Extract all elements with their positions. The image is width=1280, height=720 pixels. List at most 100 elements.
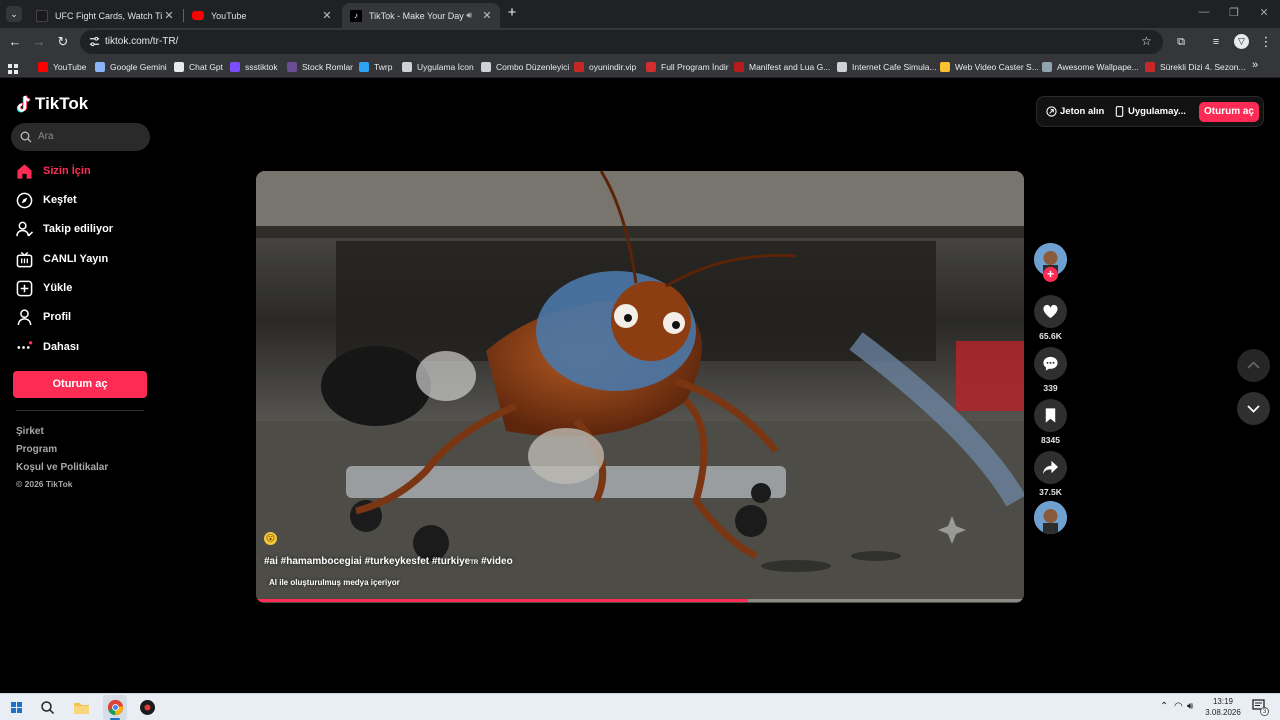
bookmark-label: Full Program İndir (661, 62, 729, 72)
tab-ufc[interactable]: UFC Fight Cards, Watch Times, L ✕ (28, 3, 182, 28)
comment-button[interactable] (1034, 347, 1067, 380)
windows-start-icon[interactable] (7, 698, 26, 717)
tray-overflow-icon[interactable]: ⌃ (1160, 701, 1168, 712)
ufc-favicon-icon (36, 9, 48, 22)
next-video-button[interactable] (1237, 392, 1270, 425)
video-progress-bar[interactable] (256, 599, 1024, 602)
bookmark-item[interactable]: YouTube (38, 60, 86, 74)
music-disc-avatar[interactable] (1034, 501, 1067, 534)
bookmark-item[interactable]: Stock Romlar (287, 60, 353, 74)
video-player[interactable]: 😮 #ai #hamambocegiai #turkeykesfet #turk… (256, 171, 1024, 603)
tab-tiktok[interactable]: ♪ TikTok - Make Your Day 🔊︎ ✕ (342, 3, 500, 28)
bookmarks-bar: YouTube Google Gemini Chat Gpt ssstiktok Sto… (0, 55, 1280, 78)
youtube-favicon-icon (192, 11, 204, 20)
browser-tab-strip: ⌄ UFC Fight Cards, Watch Times, L ✕ YouT… (0, 0, 1280, 28)
nav-item-more[interactable]: Dahası (16, 337, 79, 357)
bookmark-label: oyunindir.vip (589, 62, 637, 72)
caption-hashtag-video[interactable]: #video (478, 556, 513, 567)
home-icon (17, 163, 32, 179)
taskbar-clock[interactable]: 13:19 3.08.2026 (1199, 696, 1247, 718)
nav-item-following[interactable]: Takip ediliyor (16, 219, 113, 239)
caption-hashtags[interactable]: #ai #hamambocegiai #turkeykesfet #turkiy… (264, 556, 470, 567)
sidebar-login-button[interactable]: Oturum aç (13, 371, 147, 398)
bookmark-item[interactable]: ssstiktok (230, 60, 278, 74)
forward-button[interactable]: → (30, 33, 48, 51)
tab-youtube[interactable]: YouTube ✕ (184, 3, 340, 28)
taskbar-search-icon[interactable] (38, 698, 57, 717)
back-button[interactable]: ← (6, 33, 24, 51)
profile-avatar-icon[interactable]: ▽ (1234, 34, 1249, 49)
footer-link-company[interactable]: Şirket (16, 426, 44, 437)
video-progress-fill (256, 599, 748, 602)
new-tab-button[interactable]: + (504, 5, 520, 21)
close-tab-icon[interactable]: ✕ (320, 9, 334, 22)
tab-search-button[interactable]: ⌄ (6, 6, 22, 22)
bookmark-item[interactable]: Internet Cafe Simula... (837, 60, 937, 74)
chevron-down-icon (1247, 405, 1260, 413)
previous-video-button[interactable] (1237, 349, 1270, 382)
file-explorer-icon[interactable] (72, 698, 91, 717)
bookmark-favicon-icon (1145, 62, 1155, 72)
extensions-icon[interactable]: ⧉ (1172, 33, 1190, 51)
reload-button[interactable]: ↻ (54, 33, 72, 51)
bookmark-item[interactable]: Sürekli Dizi 4. Sezon... (1145, 60, 1246, 74)
get-app-button[interactable]: Uygulamay... (1115, 106, 1186, 117)
search-input[interactable]: Ara (11, 123, 150, 151)
bookmark-favicon-icon (95, 62, 105, 72)
comment-icon (1043, 356, 1058, 371)
bookmark-item[interactable]: Web Video Caster S... (940, 60, 1039, 74)
footer-link-program[interactable]: Program (16, 444, 57, 455)
restore-button[interactable]: ❐ (1219, 6, 1249, 22)
chrome-taskbar-icon[interactable] (103, 695, 127, 720)
bookmark-item[interactable]: oyunindir.vip (574, 60, 636, 74)
like-button[interactable] (1034, 295, 1067, 328)
bookmark-label: Uygulama İcon (417, 62, 474, 72)
get-coins-button[interactable]: Jeton alın (1046, 106, 1104, 117)
bookmark-label: Stock Romlar (302, 62, 354, 72)
site-info-icon[interactable] (89, 36, 100, 47)
close-window-button[interactable]: ✕ (1249, 6, 1279, 22)
nav-item-explore[interactable]: Keşfet (16, 190, 77, 210)
bookmark-item[interactable]: Chat Gpt (174, 60, 223, 74)
speaker-icon[interactable]: 🔊︎ (466, 10, 472, 21)
minimize-button[interactable]: — (1189, 6, 1219, 22)
nav-item-upload[interactable]: Yükle (16, 278, 72, 298)
bookmark-item[interactable]: Combo Düzenleyici (481, 60, 569, 74)
close-tab-icon[interactable]: ✕ (162, 9, 176, 22)
nav-label: CANLI Yayın (43, 253, 109, 265)
bookmark-label: Chat Gpt (189, 62, 224, 72)
close-tab-icon[interactable]: ✕ (480, 9, 494, 22)
wifi-icon[interactable]: ◠ (1174, 701, 1183, 712)
follow-button[interactable]: + (1043, 267, 1058, 282)
nav-item-profile[interactable]: Profil (16, 307, 71, 327)
bookmark-item[interactable]: Awesome Wallpape... (1042, 60, 1139, 74)
notification-center-icon[interactable]: 3 (1252, 699, 1269, 716)
nav-item-for-you[interactable]: Sizin İçin (16, 161, 91, 181)
bookmark-label: Sürekli Dizi 4. Sezon... (1160, 62, 1246, 72)
bookmark-favicon-icon (230, 62, 240, 72)
bookmark-item[interactable]: Manifest and Lua G... (734, 60, 830, 74)
tiktok-logo[interactable]: TikTok (16, 94, 88, 114)
more-bookmarks-button[interactable]: » (1252, 59, 1258, 71)
bookmark-item[interactable]: Twrp (359, 60, 392, 74)
bookmark-favicon-icon (940, 62, 950, 72)
bookmark-item[interactable]: Google Gemini (95, 60, 167, 74)
save-button[interactable] (1034, 399, 1067, 432)
media-controls-icon[interactable]: ≡ (1207, 33, 1225, 51)
bookmark-favicon-icon (481, 62, 491, 72)
share-button[interactable] (1034, 451, 1067, 484)
nav-label: Keşfet (43, 194, 77, 206)
bookmark-star-icon[interactable]: ☆ (1141, 34, 1152, 48)
browser-menu-icon[interactable]: ⋮ (1257, 33, 1275, 51)
nav-item-live[interactable]: CANLI Yayın (16, 249, 108, 269)
apps-grid-icon[interactable] (8, 61, 18, 74)
top-login-button[interactable]: Oturum aç (1199, 102, 1259, 122)
bookmark-label: Web Video Caster S... (955, 62, 1039, 72)
footer-link-terms[interactable]: Koşul ve Politikalar (16, 462, 108, 473)
nav-label: Takip ediliyor (43, 223, 114, 235)
address-bar[interactable]: tiktok.com/tr-TR/ ☆ (80, 30, 1163, 54)
bookmark-item[interactable]: Uygulama İcon (402, 60, 474, 74)
volume-icon[interactable]: 🔊︎ (1187, 701, 1193, 712)
bookmark-item[interactable]: Full Program İndir (646, 60, 729, 74)
app-taskbar-icon[interactable] (138, 698, 157, 717)
